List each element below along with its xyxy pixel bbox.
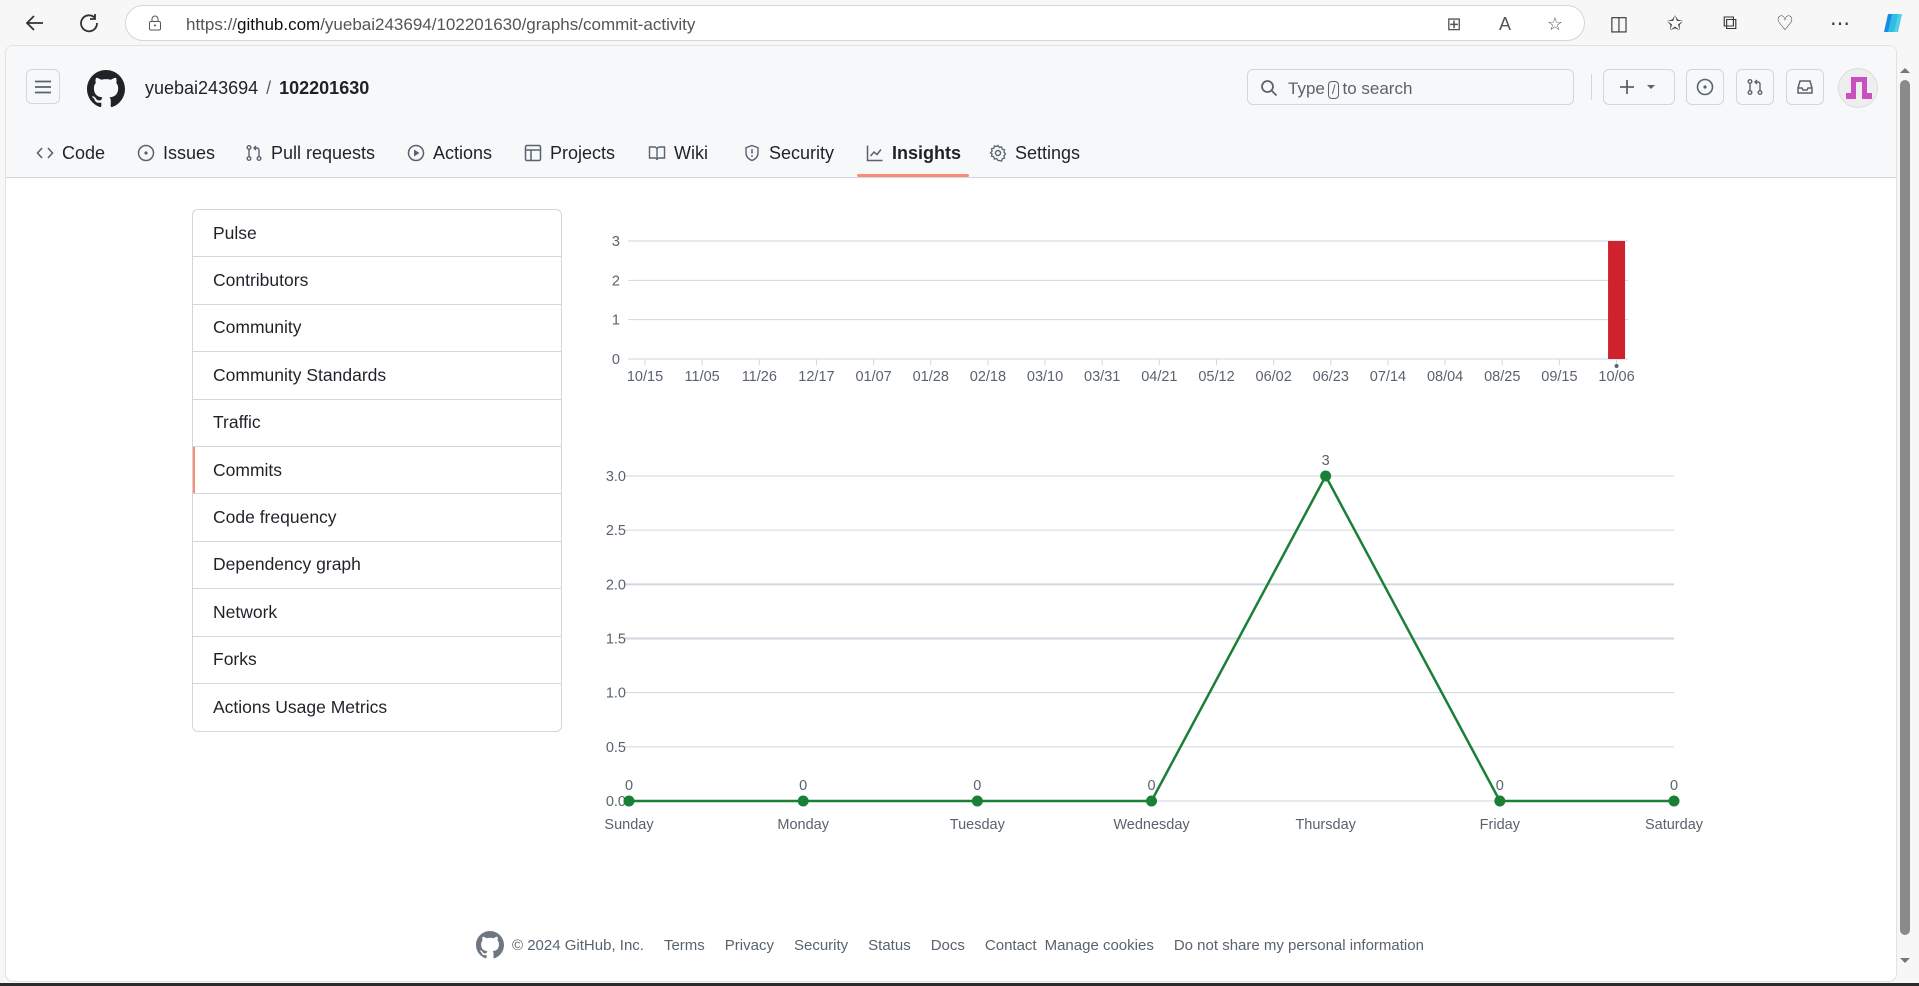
bar-chart-xtick-label: 02/18 [970, 369, 1006, 385]
bar-chart-xtick-label: 09/15 [1541, 369, 1577, 385]
browser-toolbar: https://github.com/yuebai243694/10220163… [0, 0, 1919, 46]
read-aloud-icon[interactable]: A [1494, 14, 1516, 36]
bar-chart-xtick-label: 08/25 [1484, 369, 1520, 385]
split-screen-icon[interactable]: ◫ [1604, 8, 1634, 38]
line-chart-ytick-label: 1.5 [606, 632, 626, 648]
line-data-label: 0 [1147, 778, 1155, 794]
favorite-star-icon[interactable]: ☆ [1544, 14, 1566, 36]
url-path: /yuebai243694/102201630/graphs/commit-ac… [320, 15, 696, 34]
bar-chart-xtick-label: 05/12 [1198, 369, 1234, 385]
scroll-down-arrow-icon[interactable] [1897, 955, 1913, 967]
line-point-wednesday [1146, 795, 1157, 807]
footer-link-docs[interactable]: Docs [931, 937, 965, 954]
footer-link-manage-cookies[interactable]: Manage cookies [1045, 937, 1154, 954]
line-chart-ytick-label: 2.0 [606, 577, 626, 593]
line-chart-xtick-label: Friday [1480, 817, 1521, 833]
url-prefix: https:// [186, 15, 238, 34]
collections-icon[interactable]: ⧉ [1715, 8, 1745, 38]
bar-chart-xtick-label: 06/02 [1256, 369, 1292, 385]
page-scrollbar[interactable] [1897, 60, 1913, 980]
line-data-label: 3 [1322, 453, 1330, 469]
more-menu-icon[interactable]: ⋯ [1825, 8, 1855, 38]
line-chart-ytick-label: 1.0 [606, 686, 626, 702]
line-data-label: 0 [799, 778, 807, 794]
bar-week-marker [1614, 364, 1619, 368]
bar-chart-xtick-label: 07/14 [1370, 369, 1406, 385]
lock-icon [149, 15, 161, 31]
line-chart-xtick-label: Wednesday [1113, 817, 1190, 833]
bar-chart-xtick-label: 11/26 [742, 369, 777, 385]
line-point-saturday [1668, 795, 1680, 807]
bar-10-06 [1608, 241, 1626, 359]
bar-chart-xtick-label: 01/28 [913, 369, 949, 385]
github-footer-logo-icon[interactable] [476, 931, 504, 959]
bar-chart-ytick-label: 2 [612, 273, 620, 289]
bar-chart-xtick-label: 10/15 [627, 369, 663, 385]
scroll-up-arrow-icon[interactable] [1897, 64, 1913, 76]
footer: © 2024 GitHub, Inc. Terms Privacy Securi… [476, 931, 1444, 959]
bar-chart-xtick-label: 03/10 [1027, 369, 1063, 385]
reload-icon [80, 14, 98, 33]
bar-chart-xtick-label: 12/17 [798, 369, 834, 385]
line-data-label: 0 [625, 778, 633, 794]
line-data-label: 0 [1670, 778, 1678, 794]
line-chart-xtick-label: Tuesday [950, 817, 1006, 833]
back-arrow-icon [25, 15, 43, 31]
line-chart-xtick-label: Thursday [1295, 817, 1356, 833]
line-chart-xtick-label: Saturday [1645, 817, 1704, 833]
github-page: yuebai243694/102201630 Type / to search Co… [5, 45, 1897, 982]
line-chart-xtick-label: Monday [777, 817, 829, 833]
back-button[interactable] [20, 8, 50, 38]
line-chart-ytick-label: 2.5 [606, 523, 626, 539]
browser-essentials-icon[interactable]: ♡ [1770, 8, 1800, 38]
footer-link-status[interactable]: Status [868, 937, 911, 954]
commit-activity-charts: 0 1 2 3 10/15 11/05 11/26 12/17 01/07 01/28 02/18 0… [604, 234, 1704, 833]
footer-link-contact[interactable]: Contact [985, 937, 1037, 954]
bar-chart-ytick-label: 1 [612, 313, 620, 329]
line-chart-ytick-label: 0.5 [606, 740, 626, 756]
bar-chart-xtick-label: 11/05 [685, 369, 720, 385]
bar-chart-xtick-label: 10/06 [1598, 369, 1634, 385]
bar-chart-ytick-label: 0 [612, 352, 620, 368]
bar-chart-xtick-label: 03/31 [1084, 369, 1120, 385]
copilot-icon[interactable] [1878, 8, 1908, 38]
footer-link-do-not-share[interactable]: Do not share my personal information [1174, 937, 1424, 954]
line-point-thursday [1320, 470, 1332, 482]
footer-link-security[interactable]: Security [794, 937, 848, 954]
line-data-label: 0 [1496, 778, 1504, 794]
app-available-icon[interactable]: ⊞ [1443, 14, 1465, 36]
copyright-text: © 2024 GitHub, Inc. [512, 936, 644, 954]
bar-chart-ytick-label: 3 [612, 234, 620, 250]
favorites-icon[interactable]: ✩ [1660, 8, 1690, 38]
copilot-logo-icon [1884, 14, 1902, 32]
bar-chart-xtick-label: 01/07 [855, 369, 891, 385]
footer-link-terms[interactable]: Terms [664, 937, 705, 954]
line-point-sunday [623, 795, 635, 807]
bar-chart-xtick-label: 08/04 [1427, 369, 1463, 385]
line-chart-ytick-label: 0.0 [606, 794, 626, 810]
line-data-label: 0 [973, 778, 981, 794]
line-point-friday [1494, 795, 1506, 807]
reload-button[interactable] [74, 8, 104, 38]
scrollbar-thumb[interactable] [1900, 80, 1910, 935]
line-chart-xtick-label: Sunday [604, 817, 654, 833]
bar-chart-xtick-label: 06/23 [1313, 369, 1349, 385]
footer-link-privacy[interactable]: Privacy [725, 937, 774, 954]
line-chart-ytick-label: 3.0 [606, 469, 626, 485]
bar-chart-xtick-label: 04/21 [1141, 369, 1177, 385]
line-point-tuesday [971, 795, 983, 807]
url-text[interactable]: https://github.com/yuebai243694/10220163… [186, 15, 695, 35]
line-point-monday [797, 795, 809, 807]
address-bar[interactable]: https://github.com/yuebai243694/10220163… [125, 5, 1585, 41]
url-domain: github.com [237, 15, 321, 34]
